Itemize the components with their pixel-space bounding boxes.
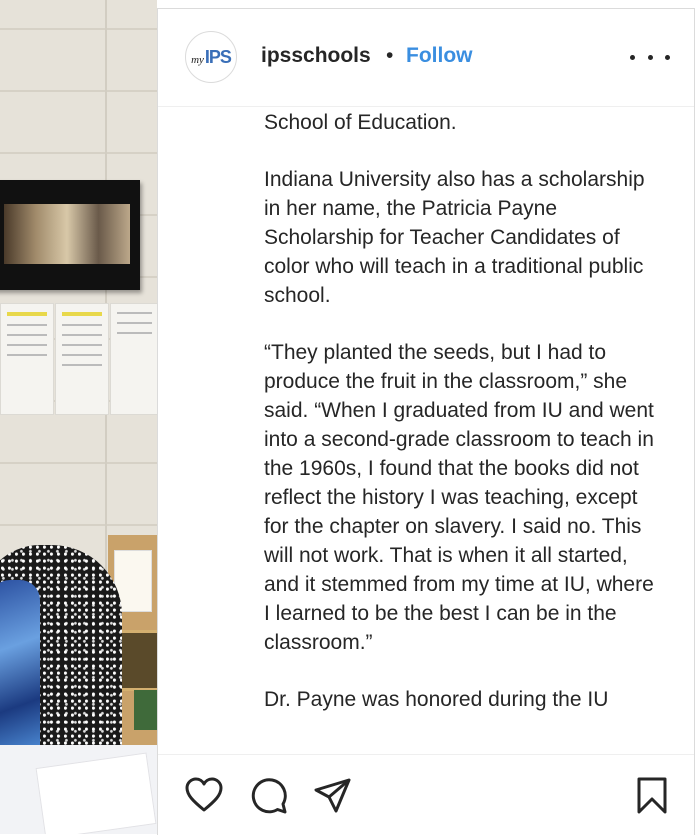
action-bar xyxy=(158,754,694,836)
post-caption: School of Education. Indiana University … xyxy=(264,108,664,753)
caption-paragraph: Indiana University also has a scholarshi… xyxy=(264,168,645,307)
post-photo xyxy=(0,0,157,834)
post-panel: my IPS ipsschools • Follow School of Educ… xyxy=(157,8,695,836)
heart-icon[interactable] xyxy=(185,777,223,813)
avatar-logo-prefix: my xyxy=(191,54,204,66)
comment-icon[interactable] xyxy=(250,777,288,815)
post-header: my IPS ipsschools • Follow xyxy=(158,9,694,107)
caption-paragraph: Dr. Payne was honored during the IU xyxy=(264,688,609,711)
caption-paragraph: School of Education. xyxy=(264,111,457,134)
caption-paragraph: “They planted the seeds, but I had to pr… xyxy=(264,341,654,654)
bookmark-icon[interactable] xyxy=(636,777,668,815)
avatar[interactable]: my IPS xyxy=(185,31,237,83)
username-link[interactable]: ipsschools xyxy=(261,44,371,68)
avatar-logo-name: IPS xyxy=(204,46,232,67)
separator-dot: • xyxy=(386,44,394,67)
share-icon[interactable] xyxy=(314,777,352,815)
more-options-icon[interactable] xyxy=(630,45,670,69)
follow-button[interactable]: Follow xyxy=(406,44,473,68)
photo-wall-frame xyxy=(0,180,140,290)
